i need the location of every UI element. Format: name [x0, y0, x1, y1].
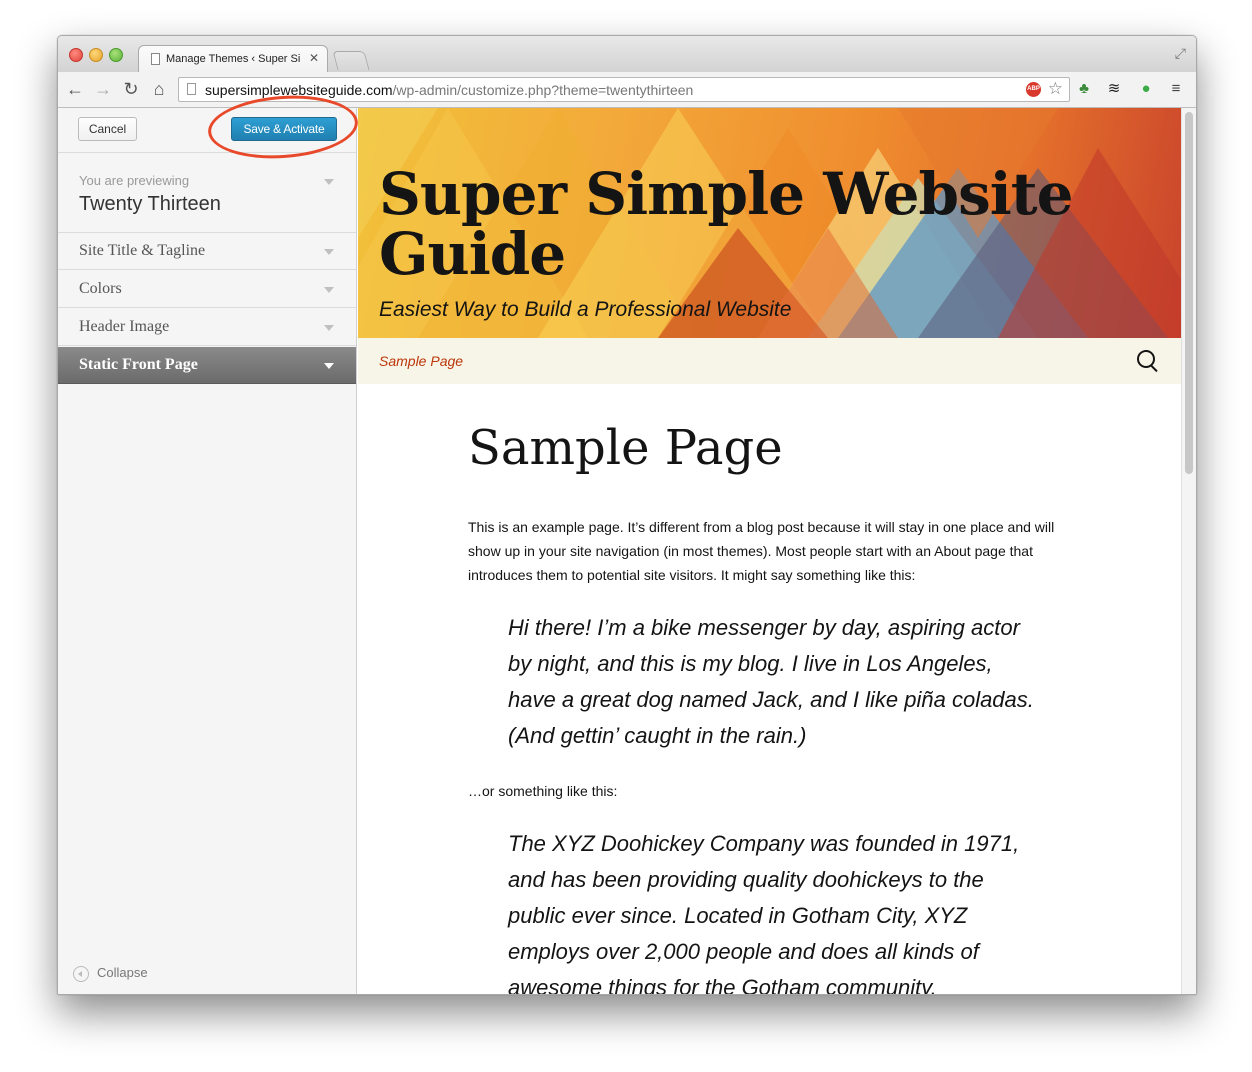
paragraph: This is an example page. It’s different …: [468, 519, 1055, 583]
close-window-button[interactable]: [69, 48, 83, 62]
scrollbar-thumb[interactable]: [1185, 112, 1193, 474]
layers-icon[interactable]: ≋: [1104, 79, 1124, 99]
browser-tab[interactable]: Manage Themes ‹ Super Si ✕: [138, 45, 328, 72]
section-site-title[interactable]: Site Title & Tagline: [58, 233, 356, 270]
fullscreen-icon[interactable]: ⤢: [1175, 45, 1186, 62]
menu-icon[interactable]: ≡: [1166, 79, 1186, 99]
tab-title: Manage Themes ‹ Super Si: [166, 53, 301, 65]
minimize-window-button[interactable]: [89, 48, 103, 62]
site-preview: Super Simple Website Guide Easiest Way t…: [358, 108, 1196, 994]
site-tagline: Easiest Way to Build a Professional Webs…: [379, 298, 792, 321]
browser-toolbar: ← → ↻ ⌂ supersimplewebsiteguide.com/wp-a…: [58, 72, 1196, 108]
page-title: Sample Page: [468, 420, 783, 476]
bookmark-star-icon[interactable]: ☆: [1048, 79, 1063, 99]
nav-link-sample-page[interactable]: Sample Page: [379, 353, 463, 369]
adblock-icon[interactable]: ABP: [1026, 82, 1041, 97]
cancel-button[interactable]: Cancel: [78, 117, 137, 141]
chevron-down-icon: [324, 249, 334, 255]
reload-icon[interactable]: ↻: [120, 78, 142, 100]
preview-scrollbar[interactable]: [1181, 108, 1196, 994]
paragraph: …or something like this:: [468, 783, 618, 799]
section-label: Header Image: [79, 318, 170, 335]
theme-info[interactable]: You are previewing Twenty Thirteen: [58, 153, 356, 233]
chevron-down-icon: [324, 363, 334, 369]
search-icon[interactable]: [1137, 350, 1155, 368]
chevron-down-icon: [324, 287, 334, 293]
previewing-label: You are previewing: [79, 173, 190, 188]
collapse-label: Collapse: [97, 965, 148, 980]
site-header: Super Simple Website Guide Easiest Way t…: [358, 108, 1181, 338]
back-arrow-icon[interactable]: ←: [64, 78, 86, 100]
chevron-down-icon: [324, 179, 334, 185]
page-icon: [151, 53, 160, 65]
close-tab-icon[interactable]: ✕: [309, 51, 319, 65]
maximize-window-button[interactable]: [109, 48, 123, 62]
section-label: Static Front Page: [79, 356, 198, 373]
title-bar: Manage Themes ‹ Super Si ✕ ⤢: [58, 36, 1196, 72]
site-navigation: Sample Page: [358, 338, 1181, 384]
collapse-button[interactable]: Collapse: [73, 965, 148, 982]
section-label: Colors: [79, 280, 122, 297]
theme-name: Twenty Thirteen: [79, 193, 221, 215]
blockquote: The XYZ Doohickey Company was founded in…: [508, 831, 1020, 994]
collapse-icon: [73, 965, 89, 982]
section-colors[interactable]: Colors: [58, 271, 356, 308]
browser-window: Manage Themes ‹ Super Si ✕ ⤢ ← → ↻ ⌂ sup…: [57, 35, 1197, 995]
blockquote: Hi there! I’m a bike messenger by day, a…: [508, 615, 1034, 748]
leaf-icon[interactable]: ●: [1136, 79, 1156, 99]
customizer-sidebar: Cancel Save & Activate You are previewin…: [58, 90, 360, 994]
home-icon[interactable]: ⌂: [148, 78, 170, 100]
section-header-image[interactable]: Header Image: [58, 309, 356, 346]
section-static-front-page[interactable]: Static Front Page: [58, 347, 356, 384]
extension-icon[interactable]: ♣: [1074, 79, 1094, 99]
forward-arrow-icon[interactable]: →: [92, 78, 114, 100]
chevron-down-icon: [324, 325, 334, 331]
section-label: Site Title & Tagline: [79, 242, 206, 259]
page-icon: [187, 83, 196, 95]
site-title[interactable]: Super Simple Website Guide: [379, 164, 1079, 284]
new-tab-button[interactable]: [332, 51, 370, 70]
customizer-header: Cancel Save & Activate: [58, 90, 360, 164]
